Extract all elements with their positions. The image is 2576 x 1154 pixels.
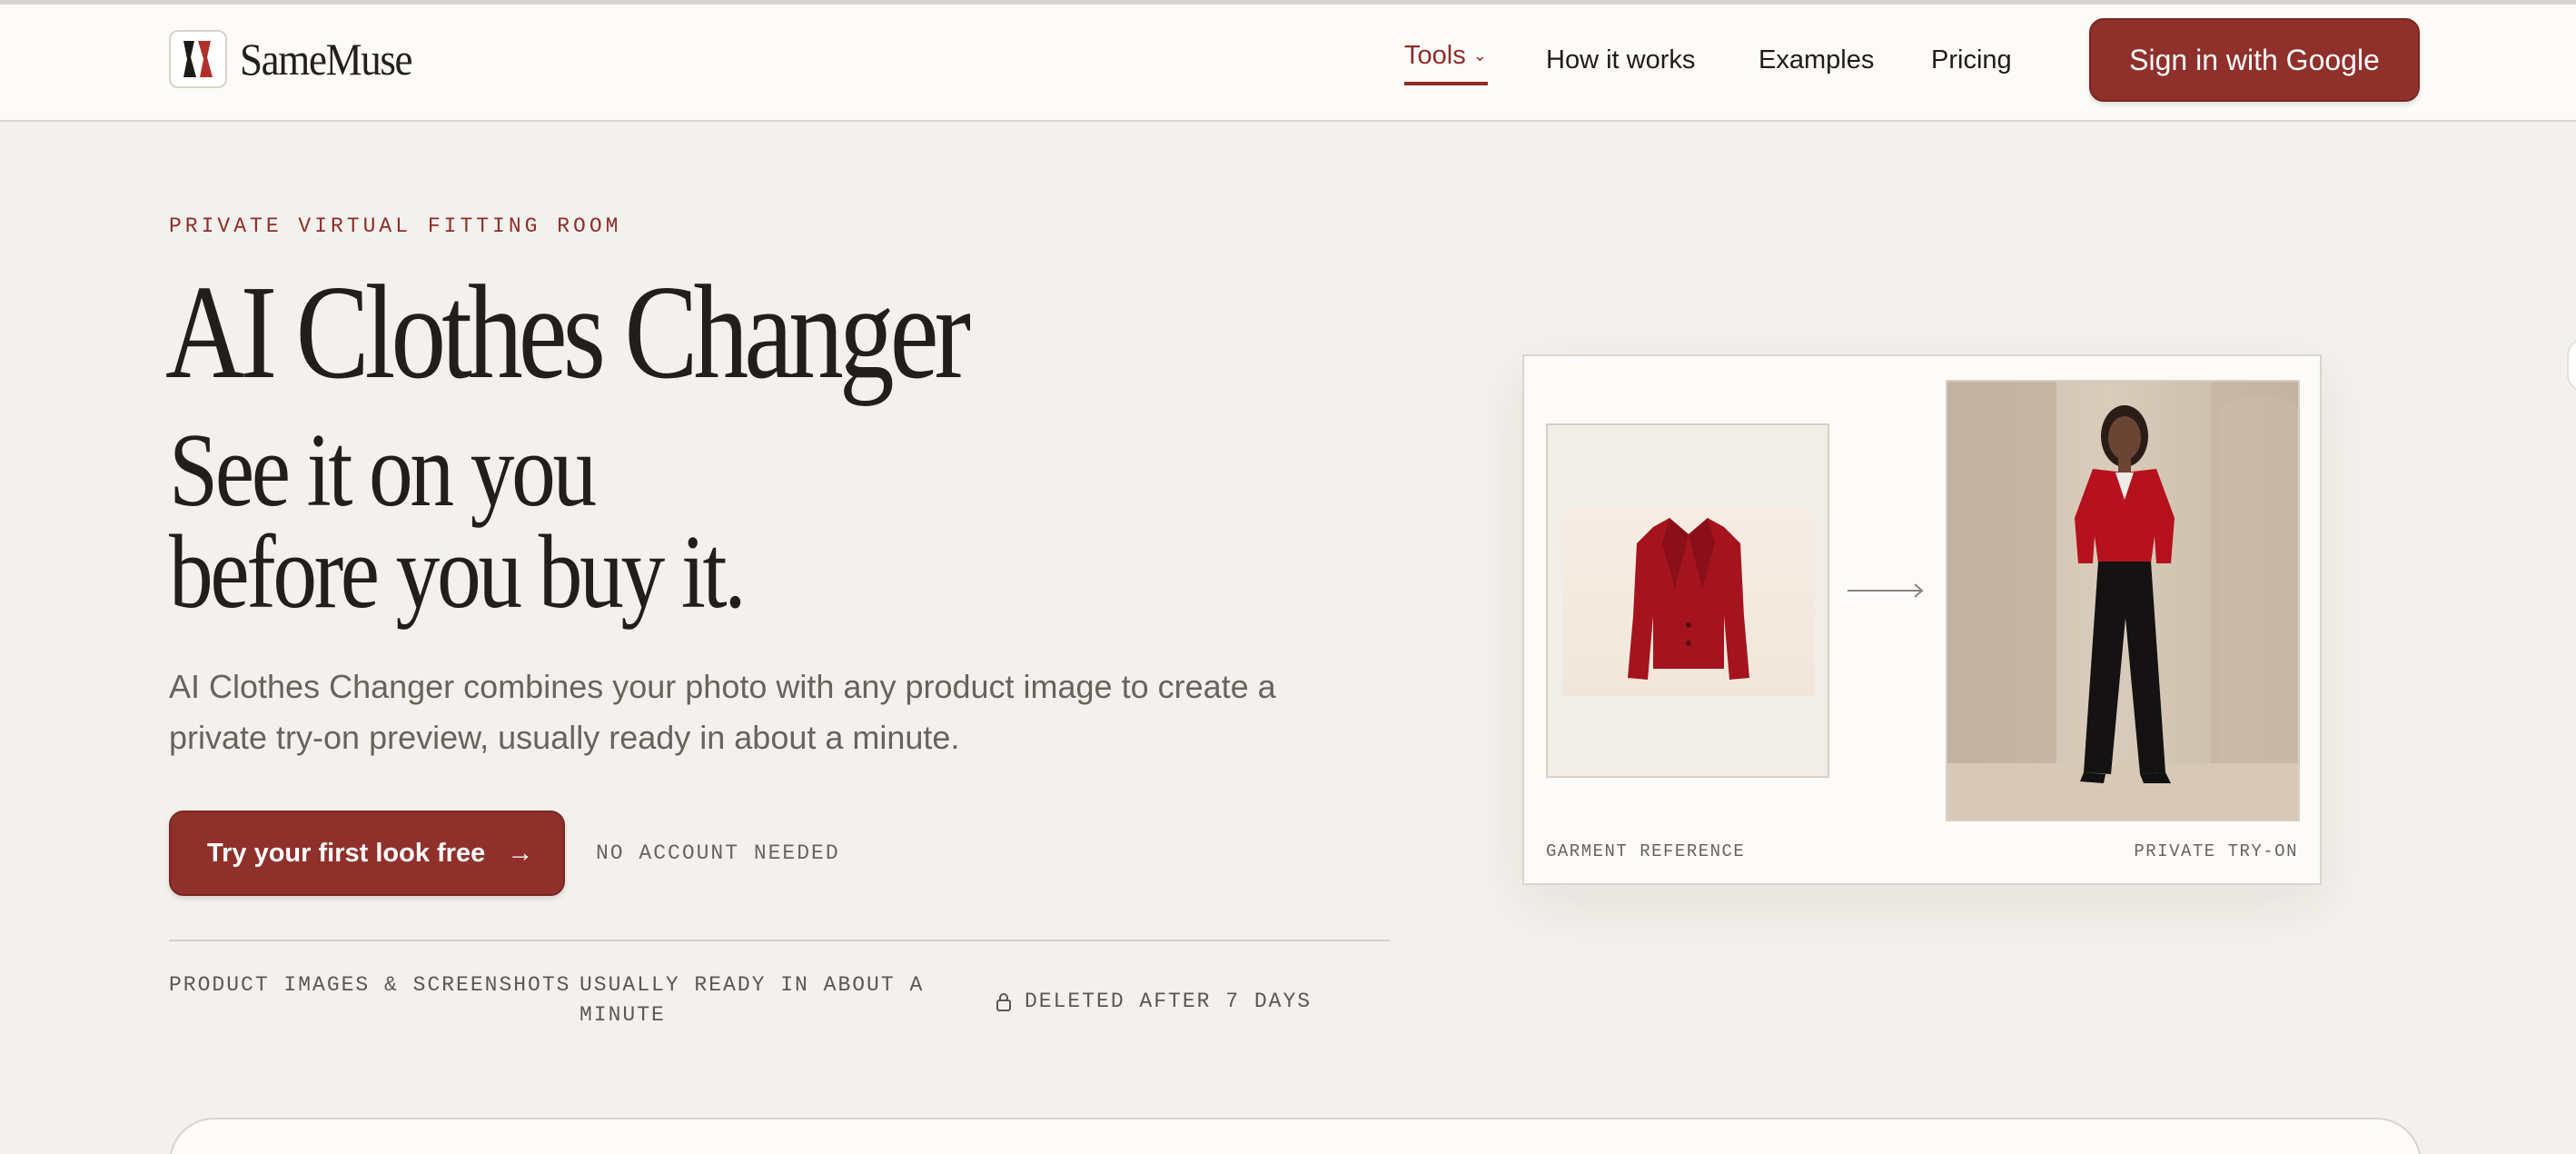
try-first-look-button[interactable]: Try your first look free → — [169, 811, 565, 896]
arrow-right-icon — [1848, 583, 1924, 598]
arrow-right-icon: → — [507, 838, 534, 868]
garment-reference-frame — [1546, 423, 1829, 778]
nav-pricing[interactable]: Pricing — [1931, 45, 2012, 75]
nav-active-underline — [1404, 82, 1488, 85]
hero-divider — [169, 940, 1390, 941]
garment-reference-label: GARMENT REFERENCE — [1546, 841, 1746, 861]
sign-in-google-button[interactable]: Sign in with Google — [2089, 18, 2420, 102]
feature-ready-time: USUALLY READY IN ABOUT A MINUTE — [580, 973, 925, 1027]
hero-subtitle-line1: See it on you — [169, 413, 597, 529]
hero-subtitle-line2: before you buy it. — [169, 514, 747, 631]
cta-note: NO ACCOUNT NEEDED — [596, 841, 840, 865]
hero-subtitle: See it on you before you buy it. — [169, 413, 747, 631]
garment-image — [1562, 507, 1815, 696]
floating-edge-handle[interactable] — [2567, 338, 2576, 393]
nav-tools[interactable]: Tools ⌄ — [1404, 41, 1488, 85]
page-title: AI Clothes Changer — [165, 258, 971, 407]
upload-panel-top — [169, 1118, 2422, 1154]
logo-mark-icon — [169, 30, 227, 88]
hero-eyebrow: PRIVATE VIRTUAL FITTING ROOM — [169, 214, 622, 238]
site-header: SameMuse Tools ⌄ How it works Examples Pr… — [0, 5, 2576, 122]
chevron-down-icon: ⌄ — [1472, 46, 1487, 65]
private-try-on-label: PRIVATE TRY-ON — [2134, 841, 2298, 861]
brand-name: SameMuse — [240, 34, 413, 85]
brand-logo[interactable]: SameMuse — [169, 30, 431, 88]
try-on-result-image — [1946, 380, 2300, 821]
cta-label: Try your first look free — [207, 838, 486, 868]
feature-product-images: PRODUCT IMAGES & SCREENSHOTS — [169, 973, 571, 997]
feature-deleted: DELETED AFTER 7 DAYS — [996, 987, 1312, 1017]
nav-how-it-works[interactable]: How it works — [1546, 45, 1695, 75]
nav-tools-label: Tools — [1404, 41, 1466, 70]
lock-icon — [996, 992, 1011, 1011]
feature-deleted-label: DELETED AFTER 7 DAYS — [1025, 990, 1313, 1013]
hero-description: AI Clothes Changer combines your photo w… — [169, 668, 1276, 756]
preview-card: GARMENT REFERENCE PRIVATE TRY-ON — [1522, 354, 2322, 885]
nav-examples[interactable]: Examples — [1759, 45, 1874, 75]
